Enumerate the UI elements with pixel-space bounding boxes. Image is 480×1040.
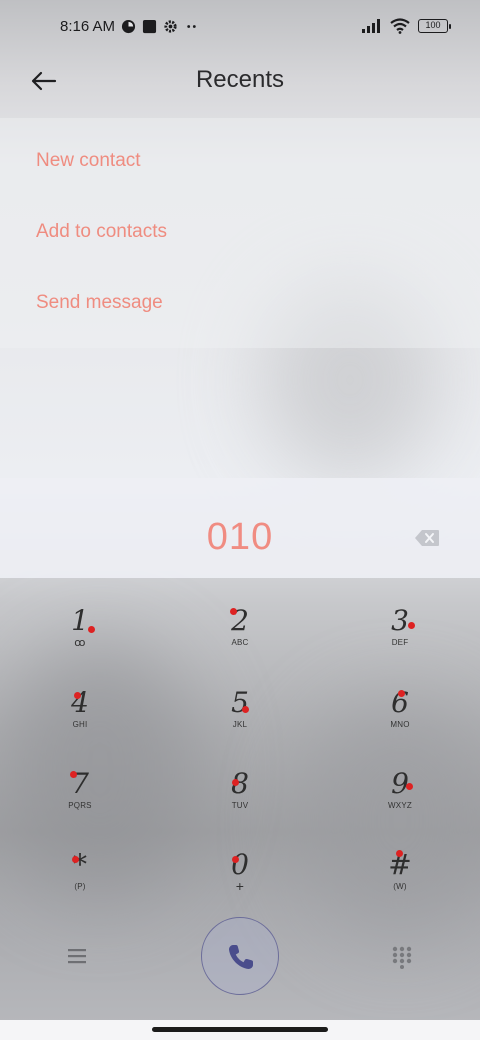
ink-splash-icon	[396, 850, 403, 857]
ink-splash-icon	[72, 856, 79, 863]
key-letters: JKL	[232, 720, 248, 729]
key-digit: 4	[71, 686, 89, 719]
key-letters: ABC	[231, 638, 249, 647]
key-letters: (P)	[74, 882, 86, 891]
more-dots-icon	[187, 25, 196, 28]
data-saver-icon	[121, 19, 136, 34]
settings-gear-icon	[164, 20, 177, 33]
page-title: Recents	[195, 66, 285, 93]
key-letters: WXYZ	[388, 801, 412, 810]
key-letters: PQRS	[68, 801, 92, 810]
key-digit: 1	[71, 604, 89, 637]
battery-icon: 100	[418, 19, 451, 33]
status-bar: 8:16 AM 100	[0, 0, 480, 56]
wifi-icon	[390, 18, 410, 34]
ink-splash-icon	[88, 626, 95, 633]
key-6[interactable]: 6 MNO	[350, 686, 450, 758]
signal-icon	[362, 19, 380, 33]
home-indicator[interactable]	[152, 1027, 328, 1032]
ink-splash-icon	[230, 608, 237, 615]
dialed-number: 010	[206, 516, 274, 558]
key-letters: ꝏ	[74, 637, 86, 649]
key-digit: 8	[231, 767, 249, 800]
hamburger-menu-icon[interactable]	[66, 946, 88, 966]
ink-splash-icon	[408, 622, 415, 629]
send-message-option[interactable]: Send message	[36, 292, 163, 314]
key-letters: MNO	[390, 720, 410, 729]
dialed-number-bar: 010	[0, 478, 480, 578]
call-button[interactable]	[201, 917, 279, 995]
key-1[interactable]: 1 ꝏ	[30, 604, 130, 676]
key-5[interactable]: 5 JKL	[190, 686, 290, 758]
ink-splash-icon	[406, 783, 413, 790]
status-time: 8:16 AM	[60, 18, 116, 35]
key-digit: 7	[71, 767, 89, 800]
contact-actions-menu: New contact Add to contacts Send message	[0, 118, 480, 348]
backspace-icon[interactable]	[414, 529, 440, 547]
key-letters: GHI	[72, 720, 88, 729]
key-letters: (W)	[393, 882, 407, 891]
key-7[interactable]: 7 PQRS	[30, 767, 130, 839]
key-digit: 9	[391, 767, 409, 800]
new-contact-option[interactable]: New contact	[36, 150, 141, 172]
phone-icon	[229, 945, 253, 969]
key-digit: 5	[231, 686, 249, 719]
navigation-bar	[0, 1020, 480, 1040]
key-0[interactable]: 0 +	[190, 848, 290, 920]
key-9[interactable]: 9 WXYZ	[350, 767, 450, 839]
ink-splash-icon	[232, 856, 239, 863]
key-8[interactable]: 8 TUV	[190, 767, 290, 839]
ink-splash-icon	[398, 690, 405, 697]
key-4[interactable]: 4 GHI	[30, 686, 130, 758]
ink-splash-icon	[74, 692, 81, 699]
add-to-contacts-option[interactable]: Add to contacts	[36, 221, 167, 243]
key-digit: *	[73, 848, 87, 881]
ink-splash-icon	[70, 771, 77, 778]
key-2[interactable]: 2 ABC	[190, 604, 290, 676]
square-notification-icon	[142, 19, 157, 34]
ink-splash-icon	[232, 779, 239, 786]
key-digit: 2	[231, 604, 249, 637]
key-letters: +	[235, 878, 245, 894]
key-digit: 0	[231, 848, 249, 881]
key-digit: 3	[391, 604, 409, 637]
key-hash[interactable]: # (W)	[350, 848, 450, 920]
header: Recents	[0, 56, 480, 108]
key-letters: TUV	[231, 801, 249, 810]
ink-splash-icon	[242, 706, 249, 713]
key-star[interactable]: * (P)	[30, 848, 130, 920]
dialpad-grid-icon[interactable]	[390, 945, 414, 969]
key-letters: DEF	[391, 638, 409, 647]
key-3[interactable]: 3 DEF	[350, 604, 450, 676]
